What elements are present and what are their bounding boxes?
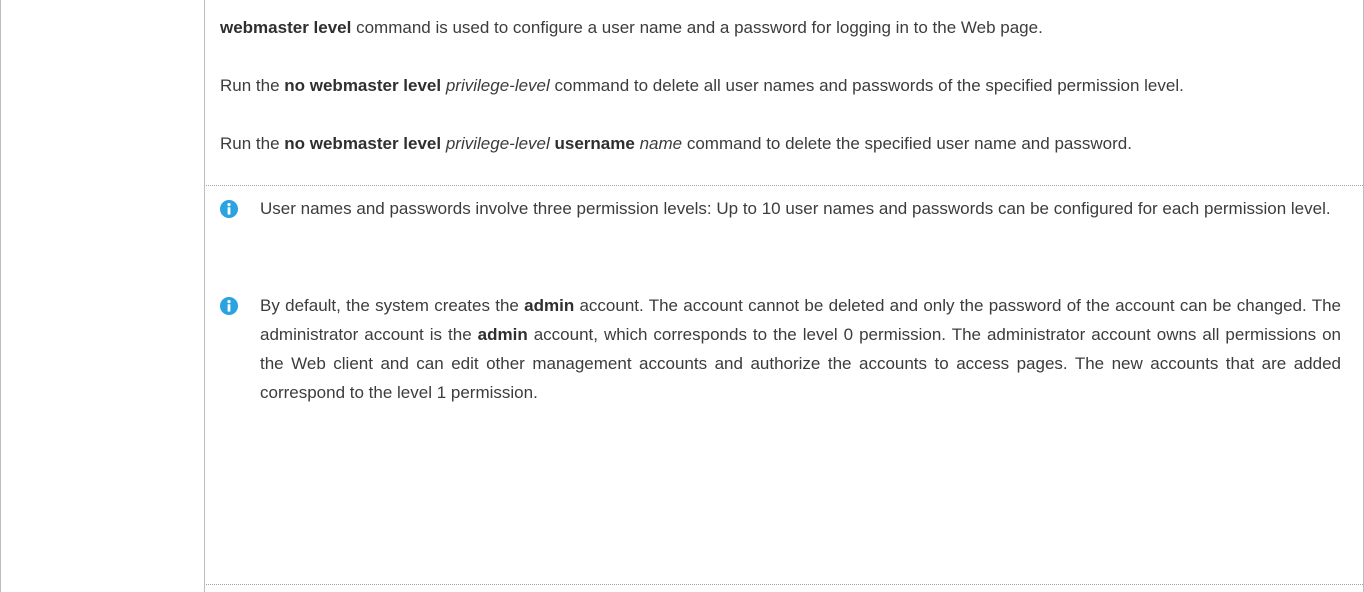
italic-argument: privilege-level	[445, 134, 550, 153]
text-run: Run the	[220, 134, 285, 153]
dotted-separator	[206, 185, 1363, 186]
text-run: command is used to configure a user name…	[351, 18, 1043, 37]
bold-keyword: admin	[477, 325, 528, 344]
italic-argument: privilege-level	[445, 76, 550, 95]
text-run: command to delete all user names and pas…	[549, 76, 1184, 95]
italic-argument: name	[639, 134, 683, 153]
bold-keyword: no webmaster level	[284, 76, 442, 95]
bold-keyword: username	[554, 134, 635, 153]
delete-level-paragraph: Run the no webmaster level privilege-lev…	[220, 71, 1341, 100]
text-run: By default, the system creates the	[260, 296, 525, 315]
text-run: Run the	[220, 76, 285, 95]
info-icon	[220, 200, 238, 218]
bold-keyword: admin	[524, 296, 575, 315]
text-run: command to delete the specified user nam…	[682, 134, 1132, 153]
dotted-separator	[206, 584, 1363, 585]
note-text: By default, the system creates the admin…	[260, 291, 1341, 407]
delete-user-paragraph: Run the no webmaster level privilege-lev…	[220, 129, 1341, 158]
description-paragraph: webmaster level command is used to confi…	[220, 13, 1341, 42]
info-icon	[220, 297, 238, 315]
note-text: User names and passwords involve three p…	[260, 194, 1341, 223]
table-left-cell	[0, 0, 205, 592]
bold-keyword: no webmaster level	[284, 134, 442, 153]
document-table: webmaster level command is used to confi…	[0, 0, 1364, 592]
bold-keyword: webmaster level	[220, 18, 352, 37]
text-run: User names and passwords involve three p…	[260, 199, 1331, 218]
